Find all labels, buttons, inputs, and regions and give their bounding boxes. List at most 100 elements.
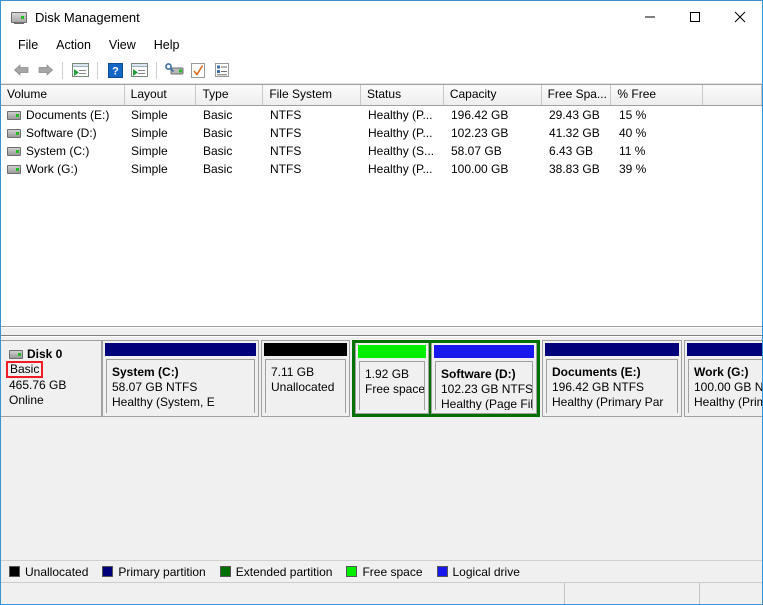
cell-layout: Simple: [125, 126, 197, 140]
volume-label: System (C:): [26, 144, 89, 158]
cell-type: Basic: [197, 126, 264, 140]
disk-drive-icon: [11, 9, 27, 25]
cell-percent_free: 11 %: [613, 144, 705, 158]
list-view-icon[interactable]: [210, 59, 234, 81]
partition-color-bar: [434, 345, 534, 358]
cell-free_space: 6.43 GB: [543, 144, 613, 158]
column-header-layout[interactable]: Layout: [125, 85, 197, 105]
volume-list-pane: VolumeLayoutTypeFile SystemStatusCapacit…: [1, 84, 762, 327]
column-header-file-system[interactable]: File System: [263, 85, 361, 105]
partition-details: System (C:)58.07 GB NTFSHealthy (System,…: [106, 359, 255, 413]
partition-color-bar: [264, 343, 347, 356]
column-header-status[interactable]: Status: [361, 85, 444, 105]
cell-file_system: NTFS: [264, 162, 362, 176]
back-icon[interactable]: [9, 59, 33, 81]
volume-label: Documents (E:): [26, 108, 109, 122]
legend-label: Free space: [362, 565, 422, 579]
properties-icon[interactable]: [186, 59, 210, 81]
disk-status: Online: [9, 393, 101, 408]
partition-line-2: 102.23 GB NTFS: [441, 382, 527, 397]
column-header--free[interactable]: % Free: [611, 85, 703, 105]
table-row[interactable]: System (C:)SimpleBasicNTFSHealthy (S...5…: [1, 142, 762, 160]
disk-title: Disk 0: [9, 347, 101, 361]
cell-volume: Documents (E:): [1, 108, 125, 122]
status-right: [700, 583, 762, 604]
status-middle: [565, 583, 700, 604]
partition-strip: System (C:)58.07 GB NTFSHealthy (System,…: [102, 340, 762, 417]
partition-work-g[interactable]: Work (G:)100.00 GB NTFSHealthy (Primary …: [684, 340, 762, 417]
table-row[interactable]: Work (G:)SimpleBasicNTFSHealthy (P...100…: [1, 160, 762, 178]
column-header-blank[interactable]: [703, 85, 762, 105]
partition-line-3: Healthy (Page File,: [441, 397, 527, 410]
svg-text:?: ?: [112, 65, 119, 77]
partition-line-3: Healthy (System, E: [112, 395, 249, 410]
cell-percent_free: 40 %: [613, 126, 705, 140]
partition-software-d[interactable]: Software (D:)102.23 GB NTFSHealthy (Page…: [431, 343, 537, 414]
show-hide-action-pane-icon[interactable]: [127, 59, 151, 81]
partition-details: Software (D:)102.23 GB NTFSHealthy (Page…: [435, 361, 533, 410]
volume-icon: [7, 165, 21, 174]
cell-status: Healthy (P...: [362, 162, 445, 176]
help-icon[interactable]: ?: [103, 59, 127, 81]
column-header-free-spa[interactable]: Free Spa...: [542, 85, 612, 105]
partition-title: System (C:): [112, 365, 249, 380]
menu-file[interactable]: File: [9, 35, 47, 55]
disk-management-window: Disk Management File Action View Help: [0, 0, 763, 605]
menu-action[interactable]: Action: [47, 35, 100, 55]
column-header-capacity[interactable]: Capacity: [444, 85, 542, 105]
toolbar-separator: [97, 62, 98, 79]
partition-title: Software (D:): [441, 367, 527, 382]
pane-splitter[interactable]: [1, 327, 762, 336]
partition-unallocated[interactable]: 7.11 GBUnallocated: [261, 340, 350, 417]
cell-layout: Simple: [125, 108, 197, 122]
disk-type-row: Basic: [9, 361, 101, 378]
client-area: VolumeLayoutTypeFile SystemStatusCapacit…: [1, 84, 762, 582]
cell-status: Healthy (S...: [362, 144, 445, 158]
forward-icon[interactable]: [33, 59, 57, 81]
show-hide-console-tree-icon[interactable]: [68, 59, 92, 81]
close-button[interactable]: [717, 2, 762, 33]
cell-capacity: 102.23 GB: [445, 126, 543, 140]
partition-details: Documents (E:)196.42 GB NTFSHealthy (Pri…: [546, 359, 678, 413]
volume-list-body: Documents (E:)SimpleBasicNTFSHealthy (P.…: [1, 106, 762, 326]
column-header-type[interactable]: Type: [196, 85, 263, 105]
menu-help[interactable]: Help: [145, 35, 189, 55]
legend-bar: UnallocatedPrimary partitionExtended par…: [1, 560, 762, 582]
cell-type: Basic: [197, 162, 264, 176]
extended-partition-container[interactable]: 1.92 GBFree spaceSoftware (D:)102.23 GB …: [352, 340, 540, 417]
maximize-button[interactable]: [672, 2, 717, 33]
partition-line-3: Healthy (Primary Pa: [694, 395, 762, 410]
partition-free-space[interactable]: 1.92 GBFree space: [355, 343, 429, 414]
disk-size: 465.76 GB: [9, 378, 101, 393]
disk-name: Disk 0: [27, 347, 62, 361]
partition-line-2: 7.11 GB: [271, 365, 340, 380]
volume-label: Work (G:): [26, 162, 78, 176]
cell-capacity: 58.07 GB: [445, 144, 543, 158]
partition-line-2: 100.00 GB NTFS: [694, 380, 762, 395]
cell-type: Basic: [197, 144, 264, 158]
cell-status: Healthy (P...: [362, 108, 445, 122]
table-row[interactable]: Software (D:)SimpleBasicNTFSHealthy (P..…: [1, 124, 762, 142]
minimize-button[interactable]: [627, 2, 672, 33]
status-left: [1, 583, 565, 604]
volume-list-header: VolumeLayoutTypeFile SystemStatusCapacit…: [1, 85, 762, 106]
menu-view[interactable]: View: [100, 35, 145, 55]
partition-details: 1.92 GBFree space: [359, 361, 425, 410]
partition-line-3: Healthy (Primary Par: [552, 395, 672, 410]
partition-documents-e[interactable]: Documents (E:)196.42 GB NTFSHealthy (Pri…: [542, 340, 682, 417]
cell-capacity: 196.42 GB: [445, 108, 543, 122]
partition-line-3: Unallocated: [271, 380, 340, 395]
legend-extended-partition: Extended partition: [220, 565, 333, 579]
cell-volume: System (C:): [1, 144, 125, 158]
disk-info-panel[interactable]: Disk 0 Basic 465.76 GB Online: [1, 340, 102, 417]
column-header-volume[interactable]: Volume: [1, 85, 125, 105]
partition-line-2: 196.42 GB NTFS: [552, 380, 672, 395]
cell-file_system: NTFS: [264, 126, 362, 140]
rescan-disks-icon[interactable]: [162, 59, 186, 81]
table-row[interactable]: Documents (E:)SimpleBasicNTFSHealthy (P.…: [1, 106, 762, 124]
toolbar-separator: [62, 62, 63, 79]
legend-label: Logical drive: [453, 565, 520, 579]
partition-color-bar: [687, 343, 762, 356]
disk-type-highlight: Basic: [6, 361, 43, 378]
partition-system-c[interactable]: System (C:)58.07 GB NTFSHealthy (System,…: [102, 340, 259, 417]
